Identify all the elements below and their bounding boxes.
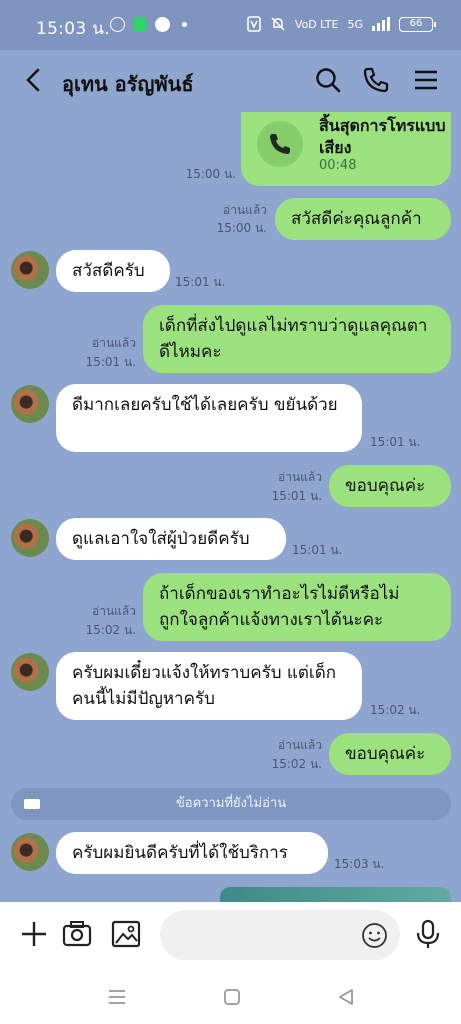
message-time: 15:01 น. xyxy=(175,275,226,289)
outgoing-message[interactable]: เด็กที่ส่งไปดูแลไม่ทราบว่าดูแลคุณตาดีไหม… xyxy=(143,305,451,373)
outgoing-message[interactable]: ขอบคุณค่ะ xyxy=(329,465,451,507)
message-time: 15:00 น. xyxy=(185,167,236,181)
back-icon[interactable] xyxy=(18,62,50,98)
back-nav-icon[interactable] xyxy=(335,986,357,1008)
notification-icons xyxy=(110,17,187,32)
unread-divider-label: ข้อความที่ยังไม่อ่าน xyxy=(175,796,287,811)
phone-icon[interactable] xyxy=(360,64,392,96)
incoming-message[interactable]: ครับผมเดี๋ยวแจ้งให้ทราบครับ แต่เด็กคนนี้… xyxy=(56,652,362,720)
incoming-message[interactable]: สวัสดีครับ xyxy=(56,250,170,292)
call-duration: 00:48 xyxy=(319,158,357,173)
avatar[interactable] xyxy=(11,653,49,691)
incoming-message[interactable]: ครับผมยินดีครับที่ได้ใช้บริการ xyxy=(56,832,328,874)
message-input[interactable] xyxy=(160,910,400,960)
mic-icon[interactable] xyxy=(412,918,444,950)
read-status: อ่านแล้ว xyxy=(278,738,322,752)
message-time: 15:02 น. xyxy=(85,623,136,637)
status-time: 15:03 น. xyxy=(36,19,110,39)
image-message-preview[interactable] xyxy=(220,887,451,902)
system-nav-bar xyxy=(0,970,461,1024)
status-bar: 15:03 น. VoD LTE 5G 66 xyxy=(0,0,461,50)
message-time: 15:02 น. xyxy=(370,703,421,717)
mute-icon xyxy=(271,17,285,31)
outgoing-message[interactable]: ขอบคุณค่ะ xyxy=(329,733,451,775)
avatar[interactable] xyxy=(11,251,49,289)
call-ended-text: สิ้นสุดการโทรแบบเสียง xyxy=(319,116,446,157)
outgoing-message[interactable]: ถ้าเด็กของเราทำอะไรไม่ดีหรือไม่ถูกใจลูกค… xyxy=(143,573,451,641)
network-label: VoD LTE xyxy=(294,17,339,31)
system-icons: VoD LTE 5G 66 xyxy=(247,16,436,32)
more-notifications-icon xyxy=(182,22,187,27)
tag-icon xyxy=(24,799,40,809)
camera-icon[interactable] xyxy=(61,918,93,950)
avatar[interactable] xyxy=(11,833,49,871)
app-notification-icon xyxy=(133,17,147,32)
avatar[interactable] xyxy=(11,385,49,423)
recents-icon[interactable] xyxy=(106,986,128,1008)
input-bar xyxy=(0,902,461,970)
incoming-message[interactable]: ดีมากเลยครับใช้ได้เลยครับ ขยันด้วย xyxy=(56,384,362,452)
read-status: อ่านแล้ว xyxy=(278,470,322,484)
emoji-icon[interactable] xyxy=(361,922,388,949)
message-time: 15:01 น. xyxy=(85,355,136,369)
message-time: 15:01 น. xyxy=(370,435,421,449)
incoming-message[interactable]: ดูแลเอาใจใส่ผู้ป่วยดีครับ xyxy=(56,518,286,560)
search-icon[interactable] xyxy=(312,64,344,96)
message-time: 15:03 น. xyxy=(334,857,385,871)
menu-icon[interactable] xyxy=(410,64,442,96)
read-status: อ่านแล้ว xyxy=(92,336,136,350)
line-icon xyxy=(155,17,170,32)
home-icon[interactable] xyxy=(221,986,243,1008)
call-icon xyxy=(257,121,303,167)
chat-area[interactable]: สิ้นสุดการโทรแบบเสียง 00:48 15:00 น. อ่า… xyxy=(0,112,461,902)
contact-name: อุเทน อรัญพันธ์ xyxy=(62,72,194,96)
messenger-icon xyxy=(110,17,125,32)
signal-label: 5G xyxy=(347,17,363,31)
message-time: 15:01 น. xyxy=(271,489,322,503)
message-time: 15:02 น. xyxy=(271,757,322,771)
read-status: อ่านแล้ว xyxy=(223,203,267,217)
nfc-icon xyxy=(247,16,261,32)
signal-icon xyxy=(372,17,390,31)
chat-header: อุเทน อรัญพันธ์ xyxy=(0,50,461,112)
read-status: อ่านแล้ว xyxy=(92,604,136,618)
image-icon[interactable] xyxy=(110,918,142,950)
outgoing-message[interactable]: สวัสดีค่ะคุณลูกค้า xyxy=(275,198,451,240)
message-time: 15:01 น. xyxy=(292,543,343,557)
avatar[interactable] xyxy=(11,519,49,557)
plus-icon[interactable] xyxy=(18,918,50,950)
message-time: 15:00 น. xyxy=(216,221,267,235)
call-ended-card[interactable]: สิ้นสุดการโทรแบบเสียง 00:48 xyxy=(241,112,451,186)
unread-divider: ข้อความที่ยังไม่อ่าน xyxy=(11,788,451,820)
battery-icon: 66 xyxy=(399,16,436,32)
